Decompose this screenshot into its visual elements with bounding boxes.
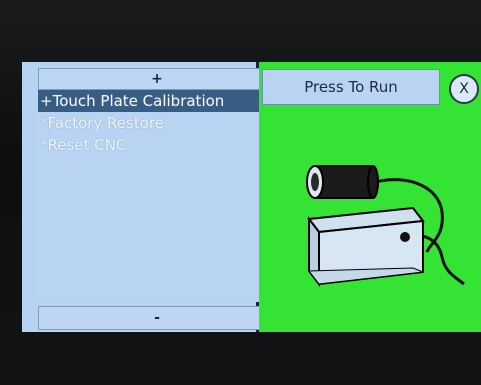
touch-plate-block [307,206,425,287]
menu-item-label: Reset CNC [47,136,127,154]
menu-item-marker: * [40,114,48,132]
menu-item-label: Factory Restore [47,114,164,132]
touch-screen: + +Touch Plate Calibration *Factory Rest… [22,62,481,332]
menu-list: +Touch Plate Calibration *Factory Restor… [38,90,276,302]
menu-item-marker: + [40,92,53,110]
scroll-down-button[interactable]: - [38,306,276,330]
menu-item-factory-restore[interactable]: *Factory Restore [38,112,276,134]
scroll-up-button[interactable]: + [38,68,276,90]
menu-item-label: Touch Plate Calibration [52,92,225,110]
action-panel: Press To Run X [259,62,481,332]
menu-item-reset-cnc[interactable]: *Reset CNC [38,134,276,156]
probe-magnet [306,165,379,199]
menu-item-touch-plate-calibration[interactable]: +Touch Plate Calibration [38,90,276,112]
menu-item-marker: * [40,136,48,154]
touch-plate-icon [306,165,465,287]
